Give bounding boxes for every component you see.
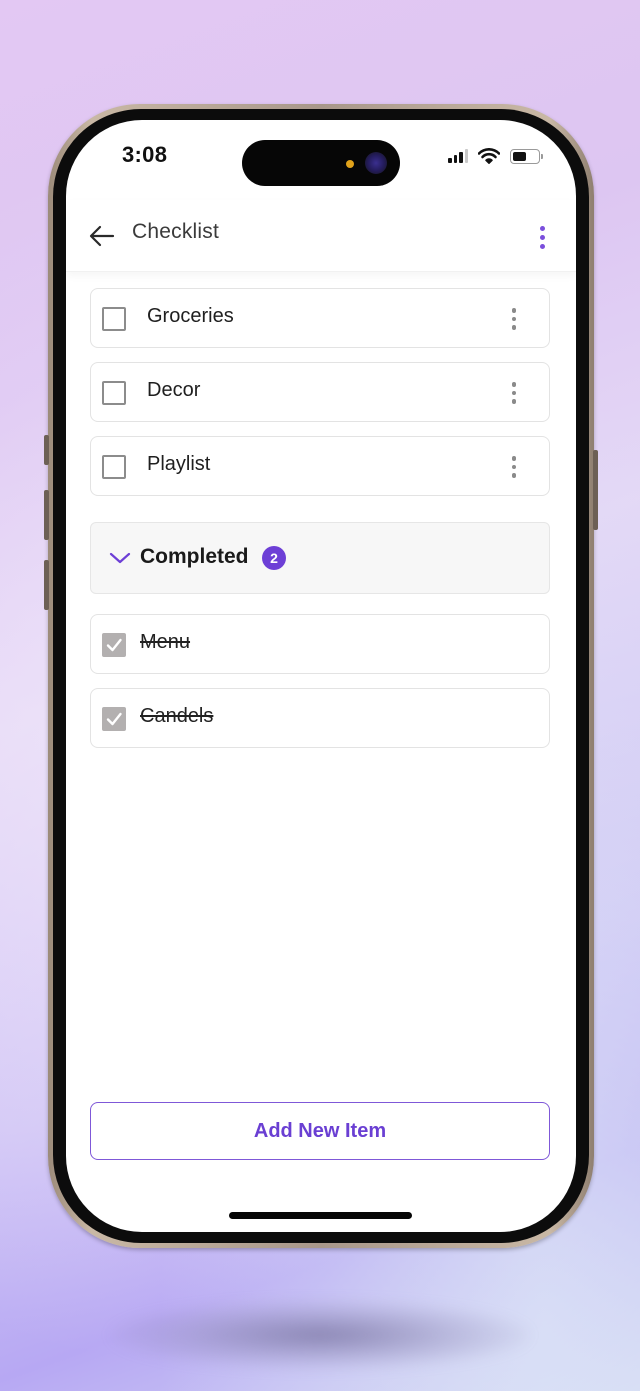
checklist: Groceries Decor Playlist Completed 2 Men… xyxy=(90,288,550,762)
cellular-signal-icon xyxy=(448,149,468,163)
side-button xyxy=(44,490,49,540)
checkbox[interactable] xyxy=(102,307,126,331)
side-button xyxy=(593,450,598,530)
item-label: Decor xyxy=(147,379,201,401)
list-item[interactable]: Groceries xyxy=(90,288,550,348)
side-button xyxy=(44,560,49,610)
checkbox-checked[interactable] xyxy=(102,707,126,731)
count-badge: 2 xyxy=(262,546,286,570)
add-new-item-button[interactable]: Add New Item xyxy=(90,1102,550,1160)
more-vertical-icon[interactable] xyxy=(509,453,519,481)
item-label: Menu xyxy=(140,631,191,653)
arrow-left-icon[interactable] xyxy=(88,224,116,248)
battery-icon xyxy=(510,148,543,164)
list-item[interactable]: Decor xyxy=(90,362,550,422)
side-button xyxy=(44,435,49,465)
item-label: Groceries xyxy=(147,305,234,327)
item-label: Playlist xyxy=(147,453,211,475)
more-vertical-icon[interactable] xyxy=(534,222,550,252)
home-indicator[interactable] xyxy=(229,1212,412,1219)
more-vertical-icon[interactable] xyxy=(509,379,519,407)
wifi-icon xyxy=(478,148,500,164)
list-item[interactable]: Playlist xyxy=(90,436,550,496)
item-label: Candels xyxy=(140,705,214,727)
phone-shadow xyxy=(110,1300,530,1370)
checkmark-icon xyxy=(106,712,122,726)
app-bar: Checklist xyxy=(66,200,576,272)
indicator-dot xyxy=(346,160,354,168)
checkmark-icon xyxy=(106,638,122,652)
completed-section-toggle[interactable]: Completed 2 xyxy=(90,522,550,594)
status-time: 3:08 xyxy=(122,142,168,167)
section-title: Completed xyxy=(140,545,249,568)
completed-item[interactable]: Candels xyxy=(90,688,550,748)
status-icons xyxy=(448,148,543,164)
checkbox-checked[interactable] xyxy=(102,633,126,657)
chevron-down-icon xyxy=(109,552,131,564)
battery-level xyxy=(513,151,527,161)
checkbox[interactable] xyxy=(102,381,126,405)
phone-screen: 3:08 Checklist Groceries Decor Playlist … xyxy=(66,120,576,1232)
dynamic-island xyxy=(242,140,400,186)
completed-item[interactable]: Menu xyxy=(90,614,550,674)
more-vertical-icon[interactable] xyxy=(509,305,519,333)
camera-icon xyxy=(365,152,387,174)
checkbox[interactable] xyxy=(102,455,126,479)
page-title: Checklist xyxy=(132,220,219,243)
